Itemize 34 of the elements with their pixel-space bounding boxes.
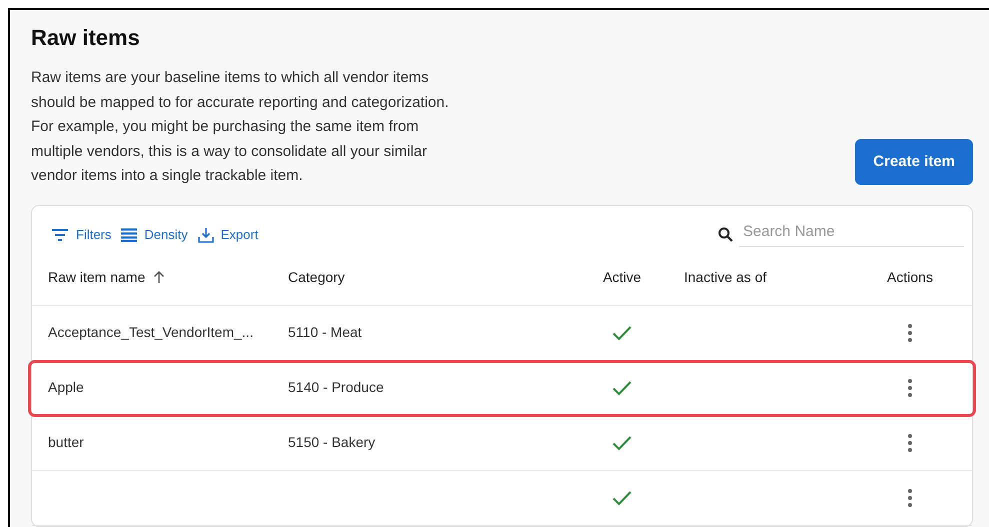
list-icon bbox=[121, 228, 138, 242]
more-vertical-icon bbox=[908, 324, 912, 342]
filter-icon bbox=[51, 228, 69, 242]
create-item-button[interactable]: Create item bbox=[855, 138, 973, 184]
column-header[interactable]: Actions bbox=[864, 269, 956, 285]
column-header[interactable]: Raw item name bbox=[48, 269, 288, 285]
column-header[interactable]: Inactive as of bbox=[684, 269, 864, 285]
table-cell: Apple bbox=[48, 378, 84, 394]
more-options-button[interactable] bbox=[906, 432, 914, 454]
more-options-button[interactable] bbox=[906, 322, 914, 344]
table-cell: butter bbox=[48, 434, 84, 450]
more-vertical-icon bbox=[908, 378, 912, 396]
density-button[interactable]: Density bbox=[116, 227, 193, 242]
description-text: Raw items are your baseline items to which all vendor items should be mapped to for accurate reporting and categorization. For example, you might be purchasing the same item from multiple vendors, this is a way to consolidate all your similar vendor items into a single trackable item. bbox=[31, 68, 449, 186]
table-cell: 5140 - Produce bbox=[288, 378, 384, 394]
more-options-button[interactable] bbox=[906, 376, 914, 398]
column-header[interactable]: Category bbox=[288, 269, 560, 285]
filter-button[interactable]: Filters bbox=[46, 227, 116, 242]
search-icon bbox=[718, 227, 733, 242]
download-icon bbox=[198, 226, 214, 242]
table-cell: 5150 - Bakery bbox=[288, 434, 376, 450]
more-vertical-icon bbox=[908, 434, 912, 452]
table-cell: 5110 - Meat bbox=[288, 324, 362, 340]
export-button[interactable]: Export bbox=[192, 226, 264, 242]
checkmark-icon bbox=[612, 324, 632, 340]
more-options-button[interactable] bbox=[906, 486, 914, 508]
checkmark-icon bbox=[612, 434, 632, 450]
more-vertical-icon bbox=[908, 488, 912, 506]
checkmark-icon bbox=[612, 380, 632, 396]
table-cell: Acceptance_Test_VendorItem_... bbox=[48, 324, 254, 340]
page-title: Raw items bbox=[31, 24, 141, 52]
search-field[interactable]: Search Name bbox=[739, 222, 964, 246]
checkmark-icon bbox=[612, 490, 632, 506]
column-header[interactable]: Active bbox=[560, 269, 684, 285]
